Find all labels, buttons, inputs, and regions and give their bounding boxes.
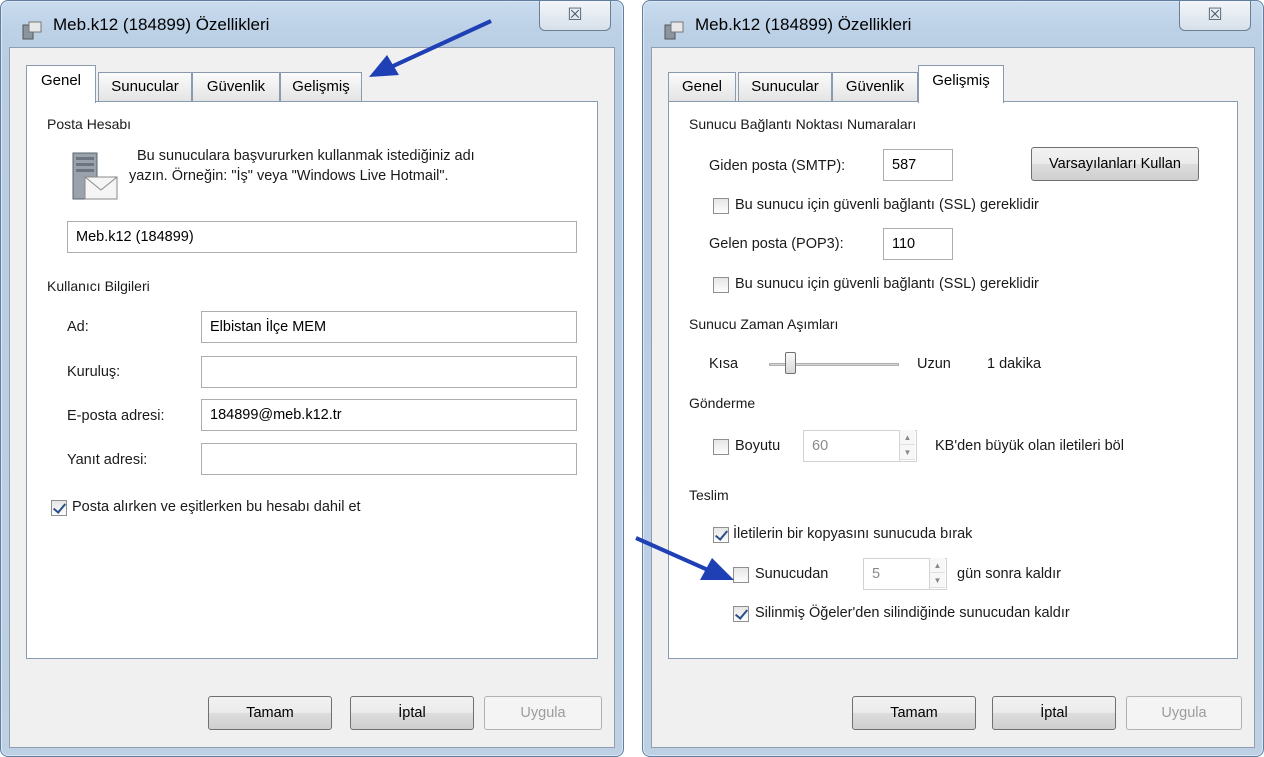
- window-title: Meb.k12 (184899) Özellikleri: [53, 15, 270, 34]
- pop3-label: Gelen posta (POP3):: [709, 236, 844, 252]
- spin-up-icon[interactable]: ▲: [900, 430, 915, 445]
- leave-copy-label: İletilerin bir kopyasını sunucuda bırak: [733, 526, 973, 542]
- annotation-arrow-icon: [369, 19, 492, 77]
- close-button[interactable]: ☒: [1179, 1, 1251, 31]
- tab-guvenlik[interactable]: Güvenlik: [832, 72, 918, 102]
- remove-days-spinner[interactable]: ▲ ▼: [929, 558, 945, 590]
- organization-label: Kuruluş:: [67, 364, 121, 380]
- close-button[interactable]: ☒: [539, 1, 611, 31]
- properties-window-advanced: Meb.k12 (184899) Özellikleri ☒ Genel Sun…: [642, 0, 1264, 757]
- ok-button[interactable]: Tamam: [208, 696, 332, 730]
- tab-genel[interactable]: Genel: [668, 72, 736, 102]
- smtp-port-input[interactable]: 587: [883, 149, 953, 181]
- include-account-checkbox[interactable]: [51, 500, 67, 516]
- divider: [693, 404, 1213, 405]
- long-label: Uzun: [917, 356, 951, 372]
- pop3-port-input[interactable]: 110: [883, 228, 953, 260]
- general-panel: Posta Hesabı Bu sunuculara başvururken k…: [26, 101, 598, 659]
- tab-sunucular[interactable]: Sunucular: [738, 72, 832, 102]
- email-input[interactable]: 184899@meb.k12.tr: [201, 399, 577, 431]
- tab-gelismis[interactable]: Gelişmiş: [918, 65, 1004, 103]
- reply-input[interactable]: [201, 443, 577, 475]
- spin-up-icon[interactable]: ▲: [930, 558, 945, 573]
- size-label: Boyutu: [735, 438, 781, 454]
- properties-window-general: Meb.k12 (184899) Özellikleri ☒ Genel Sun…: [0, 0, 624, 757]
- pop3-ssl-label: Bu sunucu için güvenli bağlantı (SSL) ge…: [735, 276, 1039, 292]
- account-icon: [664, 21, 684, 40]
- name-input[interactable]: Elbistan İlçe MEM: [201, 311, 577, 343]
- smtp-ssl-checkbox[interactable]: [713, 198, 729, 214]
- cancel-button[interactable]: İptal: [992, 696, 1116, 730]
- sending-group-title: Gönderme: [689, 395, 762, 411]
- ok-button[interactable]: Tamam: [852, 696, 976, 730]
- smtp-ssl-label: Bu sunucu için güvenli bağlantı (SSL) ge…: [735, 197, 1039, 213]
- mail-server-icon: [72, 152, 118, 200]
- timeout-slider-thumb[interactable]: [785, 352, 796, 374]
- email-label: E-posta adresi:: [67, 408, 165, 424]
- tab-genel[interactable]: Genel: [26, 65, 96, 103]
- cancel-button[interactable]: İptal: [350, 696, 474, 730]
- account-group-title: Posta Hesabı: [47, 116, 138, 132]
- divider: [693, 496, 1213, 497]
- smtp-label: Giden posta (SMTP):: [709, 158, 846, 174]
- delivery-group-title: Teslim: [689, 487, 735, 503]
- user-info-group-title: Kullanıcı Bilgileri: [47, 278, 156, 294]
- timeout-value: 1 dakika: [987, 356, 1042, 372]
- remove-label: Sunucudan: [755, 566, 829, 582]
- window-title: Meb.k12 (184899) Özellikleri: [695, 15, 912, 34]
- advanced-panel: Sunucu Bağlantı Noktası Numaraları Giden…: [668, 101, 1238, 659]
- dialog-client: Genel Sunucular Güvenlik Gelişmiş Posta …: [9, 47, 615, 748]
- spin-down-icon[interactable]: ▼: [930, 573, 945, 588]
- split-label: KB'den büyük olan iletileri böl: [935, 438, 1124, 454]
- reply-label: Yanıt adresi:: [67, 452, 148, 468]
- organization-input[interactable]: [201, 356, 577, 388]
- account-name-input[interactable]: Meb.k12 (184899): [67, 221, 577, 253]
- tab-guvenlik[interactable]: Güvenlik: [192, 72, 280, 102]
- apply-button[interactable]: Uygula: [1126, 696, 1242, 730]
- pop3-ssl-checkbox[interactable]: [713, 277, 729, 293]
- use-defaults-button[interactable]: Varsayılanları Kullan: [1031, 147, 1199, 181]
- account-description-line1: Bu sunuculara başvururken kullanmak iste…: [137, 148, 475, 164]
- remove-when-deleted-label: Silinmiş Öğeler'den silindiğinde sunucud…: [755, 605, 1070, 621]
- short-label: Kısa: [709, 356, 739, 372]
- split-size-checkbox[interactable]: [713, 439, 729, 455]
- remove-after-label: gün sonra kaldır: [957, 566, 1061, 582]
- tab-sunucular[interactable]: Sunucular: [98, 72, 192, 102]
- apply-button[interactable]: Uygula: [484, 696, 602, 730]
- split-size-spinner[interactable]: ▲ ▼: [899, 430, 915, 462]
- include-account-label: Posta alırken ve eşitlerken bu hesabı da…: [72, 499, 361, 515]
- spin-down-icon[interactable]: ▼: [900, 445, 915, 460]
- annotation-arrow-icon: [635, 536, 734, 580]
- tab-gelismis[interactable]: Gelişmiş: [280, 72, 362, 102]
- name-label: Ad:: [67, 319, 89, 335]
- account-description-line2: yazın. Örneğin: "İş" veya "Windows Live …: [129, 168, 449, 184]
- account-icon: [22, 21, 42, 40]
- remove-when-deleted-checkbox[interactable]: [733, 606, 749, 622]
- timeouts-group-title: Sunucu Zaman Aşımları: [689, 316, 845, 332]
- dialog-client: Genel Sunucular Güvenlik Gelişmiş Sunucu…: [651, 47, 1255, 748]
- ports-group-title: Sunucu Bağlantı Noktası Numaraları: [689, 116, 923, 132]
